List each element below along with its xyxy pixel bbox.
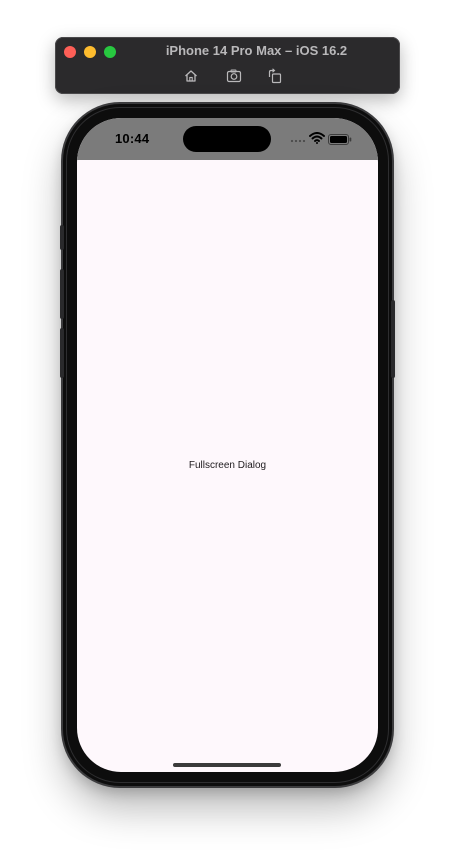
rotate-icon xyxy=(268,68,282,84)
camera-icon xyxy=(226,69,242,83)
simulator-window-title: iPhone 14 Pro Max – iOS 16.2 xyxy=(165,43,348,58)
close-window-button[interactable] xyxy=(64,46,76,58)
simulator-toolbar xyxy=(180,68,284,84)
home-icon xyxy=(185,70,197,82)
simulator-stage: iPhone 14 Pro Max – iOS 16.2 10:44 Fulls… xyxy=(0,0,455,860)
home-indicator[interactable] xyxy=(173,763,281,767)
iphone-device-frame: 10:44 Fullscreen Dialog xyxy=(60,104,395,786)
battery-icon xyxy=(328,134,352,145)
home-button[interactable] xyxy=(183,68,199,84)
volume-down-button[interactable] xyxy=(60,328,64,378)
zoom-window-button[interactable] xyxy=(104,46,116,58)
minimize-window-button[interactable] xyxy=(84,46,96,58)
wifi-icon xyxy=(309,132,325,144)
screenshot-button[interactable] xyxy=(226,68,242,84)
action-button[interactable] xyxy=(60,225,64,250)
status-time: 10:44 xyxy=(115,131,150,146)
power-button[interactable] xyxy=(391,300,395,378)
simulator-title-bar[interactable]: iPhone 14 Pro Max – iOS 16.2 xyxy=(55,37,400,94)
volume-up-button[interactable] xyxy=(60,269,64,319)
rotate-button[interactable] xyxy=(267,68,283,84)
dynamic-island xyxy=(183,126,271,152)
cellular-signal-icon xyxy=(290,139,306,143)
device-screen[interactable]: 10:44 Fullscreen Dialog xyxy=(77,118,378,772)
status-bar: 10:44 xyxy=(77,118,378,160)
fullscreen-dialog-text: Fullscreen Dialog xyxy=(188,460,267,471)
